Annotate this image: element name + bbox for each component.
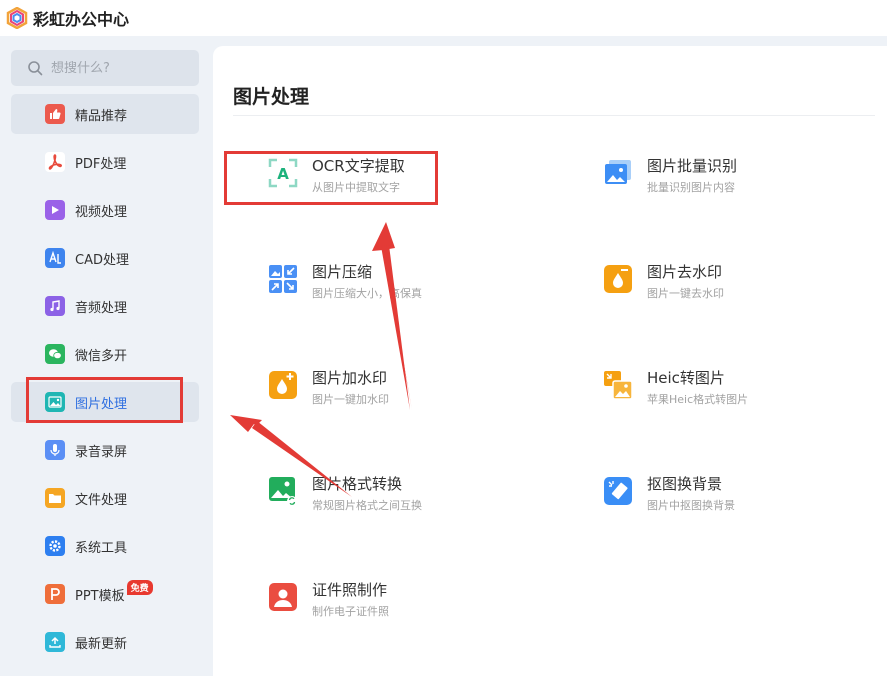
cad-icon [45, 248, 65, 268]
cutout-icon [604, 477, 632, 505]
tool-name: 证件照制作 [312, 581, 388, 599]
tool-name: 图片加水印 [312, 369, 388, 387]
tool-name: 图片批量识别 [647, 157, 738, 175]
tool-format-convert[interactable]: 图片格式转换 常规图片格式之间互换 [268, 474, 548, 534]
remove-watermark-icon [604, 265, 632, 293]
tool-desc: 制作电子证件照 [312, 605, 389, 618]
sidebar-item-label: 精品推荐 [75, 108, 128, 124]
pdf-icon [45, 152, 65, 172]
search-input[interactable] [51, 60, 191, 76]
batch-image-icon [605, 160, 631, 184]
sidebar-item-audio[interactable]: 音频处理 [11, 286, 199, 326]
tool-name: Heic转图片 [647, 369, 725, 387]
tool-heic-convert[interactable]: Heic转图片 苹果Heic格式转图片 [603, 368, 883, 428]
sidebar-item-label: 最新更新 [75, 636, 128, 652]
free-badge: 免费 [126, 579, 153, 595]
tool-desc: 批量识别图片内容 [647, 181, 735, 194]
sidebar-item-label: 音频处理 [75, 300, 128, 316]
search-box[interactable] [11, 50, 199, 86]
sidebar-item-label: 系统工具 [75, 540, 128, 556]
highlight-box-image-nav [26, 377, 183, 423]
heic-convert-icon [604, 371, 633, 400]
tool-desc: 苹果Heic格式转图片 [647, 393, 749, 406]
app-title: 彩虹办公中心 [33, 10, 130, 29]
tool-desc: 图片中抠图换背景 [647, 499, 735, 512]
tool-desc: 图片一键去水印 [647, 287, 724, 300]
ppt-icon [45, 584, 65, 604]
tool-desc: 图片压缩大小，高保真 [312, 287, 422, 300]
sidebar-item-system[interactable]: 系统工具 [11, 526, 199, 566]
tool-remove-watermark[interactable]: 图片去水印 图片一键去水印 [603, 262, 883, 322]
sidebar: 精品推荐 PDF处理 视频处理 CAD处理 音频处理 微信多开 [0, 36, 212, 676]
page-title: 图片处理 [233, 86, 310, 108]
rainbow-logo-icon [6, 7, 28, 29]
gear-icon [45, 536, 65, 556]
sidebar-item-file[interactable]: 文件处理 [11, 478, 199, 518]
tool-desc: 常规图片格式之间互换 [312, 499, 422, 512]
add-watermark-icon [269, 371, 297, 399]
sidebar-item-label: PDF处理 [75, 156, 127, 172]
sidebar-item-recording[interactable]: 录音录屏 [11, 430, 199, 470]
sidebar-item-updates[interactable]: 最新更新 [11, 622, 199, 662]
format-convert-icon [269, 477, 297, 506]
tool-add-watermark[interactable]: 图片加水印 图片一键加水印 [268, 368, 548, 428]
sidebar-item-label: 文件处理 [75, 492, 128, 508]
sidebar-item-label: PPT模板 [75, 588, 125, 604]
tool-name: 图片去水印 [647, 263, 723, 281]
tool-compress[interactable]: 图片压缩 图片压缩大小，高保真 [268, 262, 548, 322]
folder-icon [45, 488, 65, 508]
sidebar-item-label: CAD处理 [75, 252, 129, 268]
compress-icon [269, 265, 297, 293]
title-bar: 彩虹办公中心 [0, 0, 887, 36]
microphone-icon [45, 440, 65, 460]
sidebar-item-label: 视频处理 [75, 204, 128, 220]
sidebar-item-pdf[interactable]: PDF处理 [11, 142, 199, 182]
sidebar-item-label: 录音录屏 [75, 444, 128, 460]
sidebar-item-cad[interactable]: CAD处理 [11, 238, 199, 278]
sidebar-item-video[interactable]: 视频处理 [11, 190, 199, 230]
tool-name: 图片格式转换 [312, 475, 403, 493]
title-divider [233, 115, 875, 116]
tool-desc: 图片一键加水印 [312, 393, 389, 406]
music-note-icon [45, 296, 65, 316]
sidebar-item-recommended[interactable]: 精品推荐 [11, 94, 199, 134]
tool-name: 图片压缩 [312, 263, 373, 281]
wechat-icon [45, 344, 65, 364]
id-photo-icon [269, 583, 297, 611]
sidebar-item-wechat[interactable]: 微信多开 [11, 334, 199, 374]
video-play-icon [45, 200, 65, 220]
thumbs-up-icon [45, 104, 65, 124]
upload-icon [45, 632, 65, 652]
tool-id-photo[interactable]: 证件照制作 制作电子证件照 [268, 580, 548, 640]
sidebar-item-label: 微信多开 [75, 348, 128, 364]
sidebar-item-ppt[interactable]: PPT模板 免费 [11, 574, 199, 614]
tool-batch-recognition[interactable]: 图片批量识别 批量识别图片内容 [603, 156, 883, 216]
tool-cutout[interactable]: 抠图换背景 图片中抠图换背景 [603, 474, 883, 534]
main-panel: 图片处理 A OCR文字提取 从图片中提取文字 图片批量识别 批量识别图片内容 [213, 46, 887, 676]
tool-name: 抠图换背景 [647, 475, 723, 493]
highlight-box-ocr [224, 151, 438, 205]
search-icon [28, 61, 43, 76]
